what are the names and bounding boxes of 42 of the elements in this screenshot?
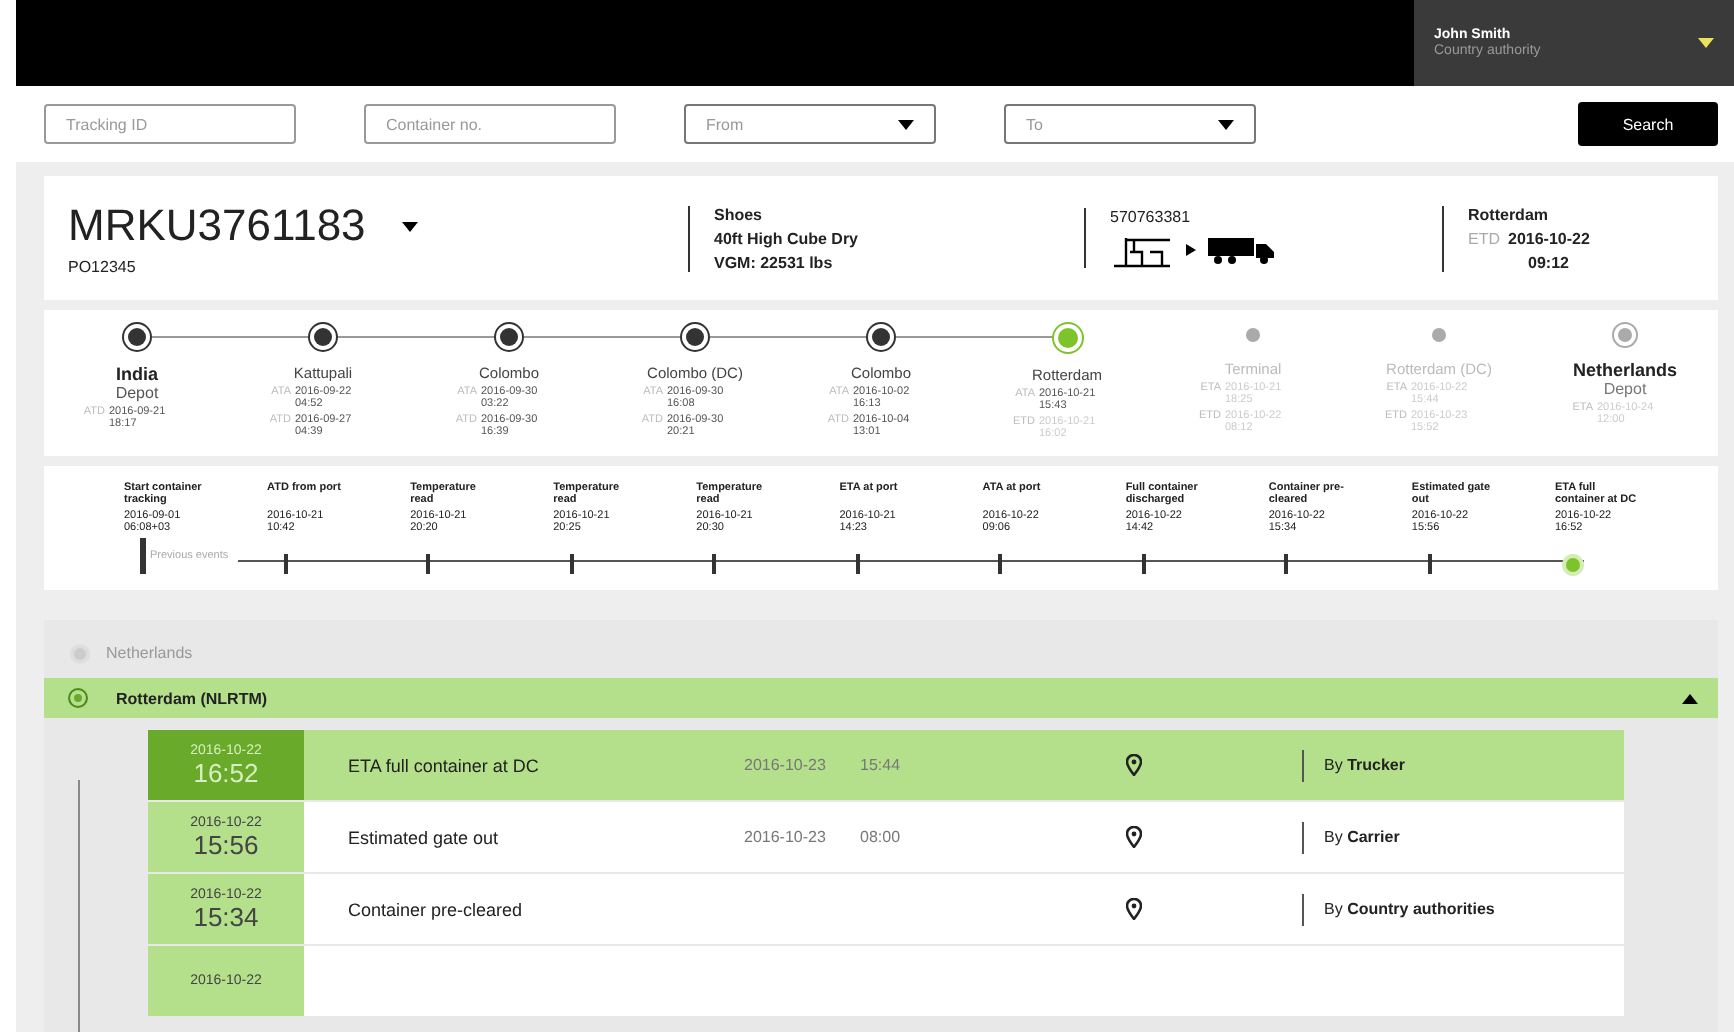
eta-date: 2016-10-22 [1508, 229, 1590, 247]
equipment: 40ft High Cube Dry [714, 229, 861, 247]
event-date: 2016-10-23 [744, 828, 828, 846]
pin-icon [1126, 754, 1142, 776]
input-field[interactable]: Tracking ID [44, 104, 296, 144]
search-button[interactable]: Search [1578, 102, 1718, 146]
event-time: 08:00 [860, 828, 903, 846]
dropdown-caret-icon [401, 221, 418, 231]
stop-name: Netherlands [1572, 360, 1677, 380]
actor: By Trucker [1302, 749, 1405, 781]
collapse-caret-icon [1682, 693, 1698, 703]
location-header[interactable]: Rotterdam (NLRTM) [44, 678, 1718, 718]
event-title: ETA full container at DC [346, 755, 541, 775]
arrow-icon [1186, 244, 1196, 256]
event-title: Container pre-cleared [346, 899, 525, 919]
stop-type: Depot [1603, 380, 1647, 398]
location-dot [68, 688, 88, 708]
country-dot [74, 647, 86, 659]
eta-label: ETD [1468, 229, 1500, 247]
stop-name: India [115, 364, 158, 384]
event-date: 2016-10-23 [744, 756, 828, 774]
container-number: MRKU3761183 [68, 200, 366, 252]
event-title: Estimated gate out [346, 827, 501, 847]
stop-type: Depot [115, 384, 159, 402]
caret-icon [1698, 38, 1714, 48]
input-field[interactable]: Container no. [364, 104, 616, 144]
caret-icon [898, 119, 914, 129]
po-number: PO12345 [68, 258, 138, 276]
actor: By Carrier [1302, 821, 1400, 853]
country-name: Netherlands [106, 644, 193, 662]
destination: Rotterdam [1468, 205, 1551, 223]
truck-icon [1208, 236, 1276, 264]
caret-icon [1218, 119, 1234, 129]
crane-icon [1110, 232, 1174, 268]
goods: Shoes [714, 205, 765, 223]
actor: By Country authorities [1302, 893, 1495, 925]
eta-time: 09:12 [1526, 253, 1571, 271]
pin-icon [1126, 898, 1142, 920]
pin-icon [1126, 826, 1142, 848]
vgm: VGM: 22531 lbs [714, 253, 835, 271]
booking-number: 570763381 [1110, 208, 1193, 226]
event-time: 15:44 [860, 756, 903, 774]
